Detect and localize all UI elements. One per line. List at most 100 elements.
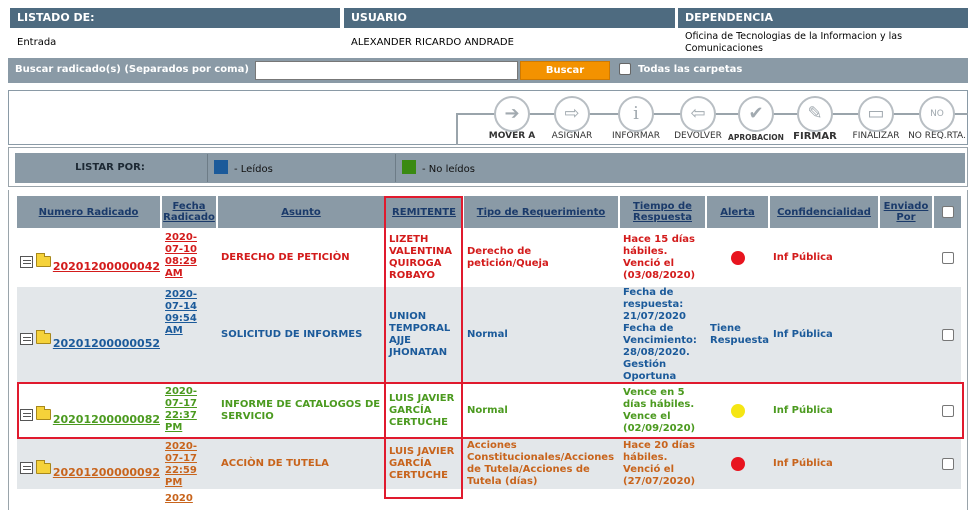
firmar-button[interactable]: ✎ FIRMAR bbox=[785, 96, 845, 144]
row-checkbox-cell bbox=[934, 287, 961, 382]
note-icon[interactable] bbox=[20, 462, 33, 474]
row-checkbox-cell bbox=[934, 230, 961, 285]
alert-dot-icon bbox=[730, 250, 745, 265]
tipo-text: Acciones Constitucionales/Acciones de Tu… bbox=[467, 440, 615, 487]
col-alerta[interactable]: Alerta bbox=[707, 196, 768, 228]
dependencia-title: DEPENDENCIA bbox=[678, 8, 968, 28]
confidencialidad-text: Inf Pública bbox=[773, 458, 833, 469]
listar-por-label: LISTAR POR: bbox=[75, 162, 145, 173]
table-row[interactable]: 20201200000052 2020- 07-14 09:54 AM SOLICI… bbox=[17, 287, 961, 382]
radicado-cell: 20201200000092 bbox=[17, 439, 160, 489]
radicado-link[interactable]: 20201200000042 bbox=[53, 260, 160, 273]
firmar-label: FIRMAR bbox=[793, 131, 837, 142]
filter-unread[interactable]: - No leídos bbox=[395, 154, 965, 182]
table-row[interactable]: 20201200000042 2020- 07-10 08:29 AM DERECH… bbox=[17, 230, 961, 285]
col-confidencialidad[interactable]: Confidencialidad bbox=[770, 196, 878, 228]
unread-label: - No leídos bbox=[422, 164, 475, 175]
enviado-text bbox=[880, 287, 932, 382]
mover-button[interactable]: ➔ MOVER A bbox=[482, 96, 542, 144]
row-checkbox[interactable] bbox=[941, 458, 954, 470]
fecha-link[interactable]: 2020- 07-14 09:54 AM bbox=[162, 287, 216, 382]
search-button[interactable]: Buscar bbox=[520, 61, 610, 80]
col-tiempo-respuesta[interactable]: Tiempo de Respuesta bbox=[620, 196, 705, 228]
header-bar: LISTADO DE: Entrada USUARIO ALEXANDER RI… bbox=[10, 8, 968, 58]
remitente-highlight bbox=[384, 196, 463, 499]
finalizar-button[interactable]: ▭ FINALIZAR bbox=[846, 96, 906, 144]
note-icon[interactable] bbox=[20, 332, 33, 345]
informar-button[interactable]: i INFORMAR bbox=[606, 96, 666, 144]
radicado-cell: 20201200000042 bbox=[17, 230, 160, 285]
usuario-cell: USUARIO ALEXANDER RICARDO ANDRADE bbox=[344, 8, 675, 58]
col-numero-radicado[interactable]: Numero Radicado bbox=[17, 196, 160, 228]
partial-row-fecha[interactable]: 2020 bbox=[162, 492, 216, 512]
row-highlight bbox=[17, 382, 964, 439]
table-row[interactable]: 20201200000092 2020- 07-17 22:59 PM ACCIÒN… bbox=[17, 439, 961, 489]
filter-read[interactable]: - Leídos bbox=[207, 154, 393, 182]
col-tipo-requerimiento[interactable]: Tipo de Requerimiento bbox=[464, 196, 618, 228]
toolbar-rail-vertical bbox=[456, 113, 458, 145]
search-bar: Buscar radicado(s) (Separados por coma) … bbox=[8, 58, 968, 83]
listar-por-bar: LISTAR POR: - Leídos - No leídos bbox=[8, 147, 968, 187]
alerta-cell: Tiene Respuesta bbox=[710, 322, 769, 346]
folder-icon[interactable] bbox=[36, 330, 51, 344]
col-asunto[interactable]: Asunto bbox=[218, 196, 384, 228]
aprobacion-label: APROBACION bbox=[728, 133, 784, 142]
folder-icon[interactable] bbox=[36, 459, 51, 474]
search-label: Buscar radicado(s) (Separados por coma) bbox=[15, 64, 249, 75]
finish-icon: ▭ bbox=[858, 96, 894, 132]
listado-title: LISTADO DE: bbox=[10, 8, 340, 28]
listar-por-inner: LISTAR POR: - Leídos - No leídos bbox=[15, 153, 965, 183]
listado-cell: LISTADO DE: Entrada bbox=[10, 8, 340, 58]
radicado-cell: 20201200000052 bbox=[17, 287, 160, 382]
alert-dot-icon bbox=[730, 457, 745, 471]
no-req-button[interactable]: NO NO REQ.RTA. bbox=[907, 96, 967, 144]
dependencia-value: Oficina de Tecnologias de la Informacion… bbox=[678, 28, 968, 58]
sign-icon: ✎ bbox=[797, 96, 833, 132]
usuario-value: ALEXANDER RICARDO ANDRADE bbox=[344, 28, 675, 58]
no-req-label: NO REQ.RTA. bbox=[908, 131, 966, 141]
all-folders-checkbox[interactable] bbox=[619, 63, 631, 75]
devolver-button[interactable]: ⇦ DEVOLVER bbox=[668, 96, 728, 144]
tipo-text: Derecho de petición/Queja bbox=[467, 245, 549, 269]
asignar-label: ASIGNAR bbox=[551, 131, 593, 141]
all-folders-label: Todas las carpetas bbox=[638, 64, 743, 75]
row-checkbox[interactable] bbox=[941, 251, 954, 264]
assign-icon: ⇨ bbox=[554, 96, 590, 132]
select-all-checkbox[interactable] bbox=[941, 206, 954, 218]
listado-value: Entrada bbox=[10, 28, 340, 58]
devolver-label: DEVOLVER bbox=[674, 131, 722, 141]
asunto-text: SOLICITUD DE INFORMES bbox=[221, 328, 363, 340]
folder-icon[interactable] bbox=[36, 253, 51, 267]
fecha-link[interactable]: 2020- 07-10 08:29 AM bbox=[162, 230, 216, 285]
tiempo-text: Fecha de respuesta: 21/07/2020 Fecha de … bbox=[623, 286, 697, 382]
row-checkbox-cell bbox=[934, 439, 961, 489]
asignar-button[interactable]: ⇨ ASIGNAR bbox=[542, 96, 602, 144]
col-fecha-radicado[interactable]: Fecha Radicado bbox=[162, 196, 216, 228]
arrow-right-icon: ➔ bbox=[494, 96, 530, 132]
alerta-cell bbox=[707, 230, 768, 285]
aprobacion-button[interactable]: ✔ APROBACION bbox=[726, 96, 786, 144]
finalizar-label: FINALIZAR bbox=[852, 131, 900, 141]
read-label: - Leídos bbox=[234, 164, 273, 175]
col-enviado-por[interactable]: Enviado Por bbox=[880, 196, 932, 228]
unread-swatch bbox=[402, 160, 416, 174]
enviado-text bbox=[880, 230, 932, 285]
dependencia-cell: DEPENDENCIA Oficina de Tecnologias de la… bbox=[678, 8, 968, 58]
confidencialidad-text: Inf Pública bbox=[773, 251, 833, 263]
tiempo-text: Hace 20 días hábiles. Venció el (27/07/2… bbox=[623, 440, 696, 487]
row-checkbox[interactable] bbox=[941, 328, 954, 341]
fecha-link[interactable]: 2020- 07-17 22:59 PM bbox=[162, 439, 216, 489]
asunto-text: DERECHO DE PETICIÒN bbox=[221, 251, 350, 263]
radicado-link[interactable]: 20201200000052 bbox=[53, 337, 160, 350]
return-icon: ⇦ bbox=[680, 96, 716, 132]
tiempo-text: Hace 15 días hábiles. Venció el (03/08/2… bbox=[623, 233, 696, 281]
note-icon[interactable] bbox=[20, 255, 33, 268]
radicado-link[interactable]: 20201200000092 bbox=[53, 467, 160, 479]
no-reply-icon: NO bbox=[919, 96, 955, 132]
informar-label: INFORMAR bbox=[611, 131, 661, 141]
alerta-cell bbox=[707, 439, 768, 489]
confidencialidad-text: Inf Pública bbox=[773, 328, 833, 340]
action-toolbar: ➔ MOVER A ⇨ ASIGNAR i INFORMAR ⇦ DEVOLVE… bbox=[8, 90, 968, 145]
search-input[interactable] bbox=[255, 61, 518, 80]
enviado-text bbox=[880, 439, 932, 489]
